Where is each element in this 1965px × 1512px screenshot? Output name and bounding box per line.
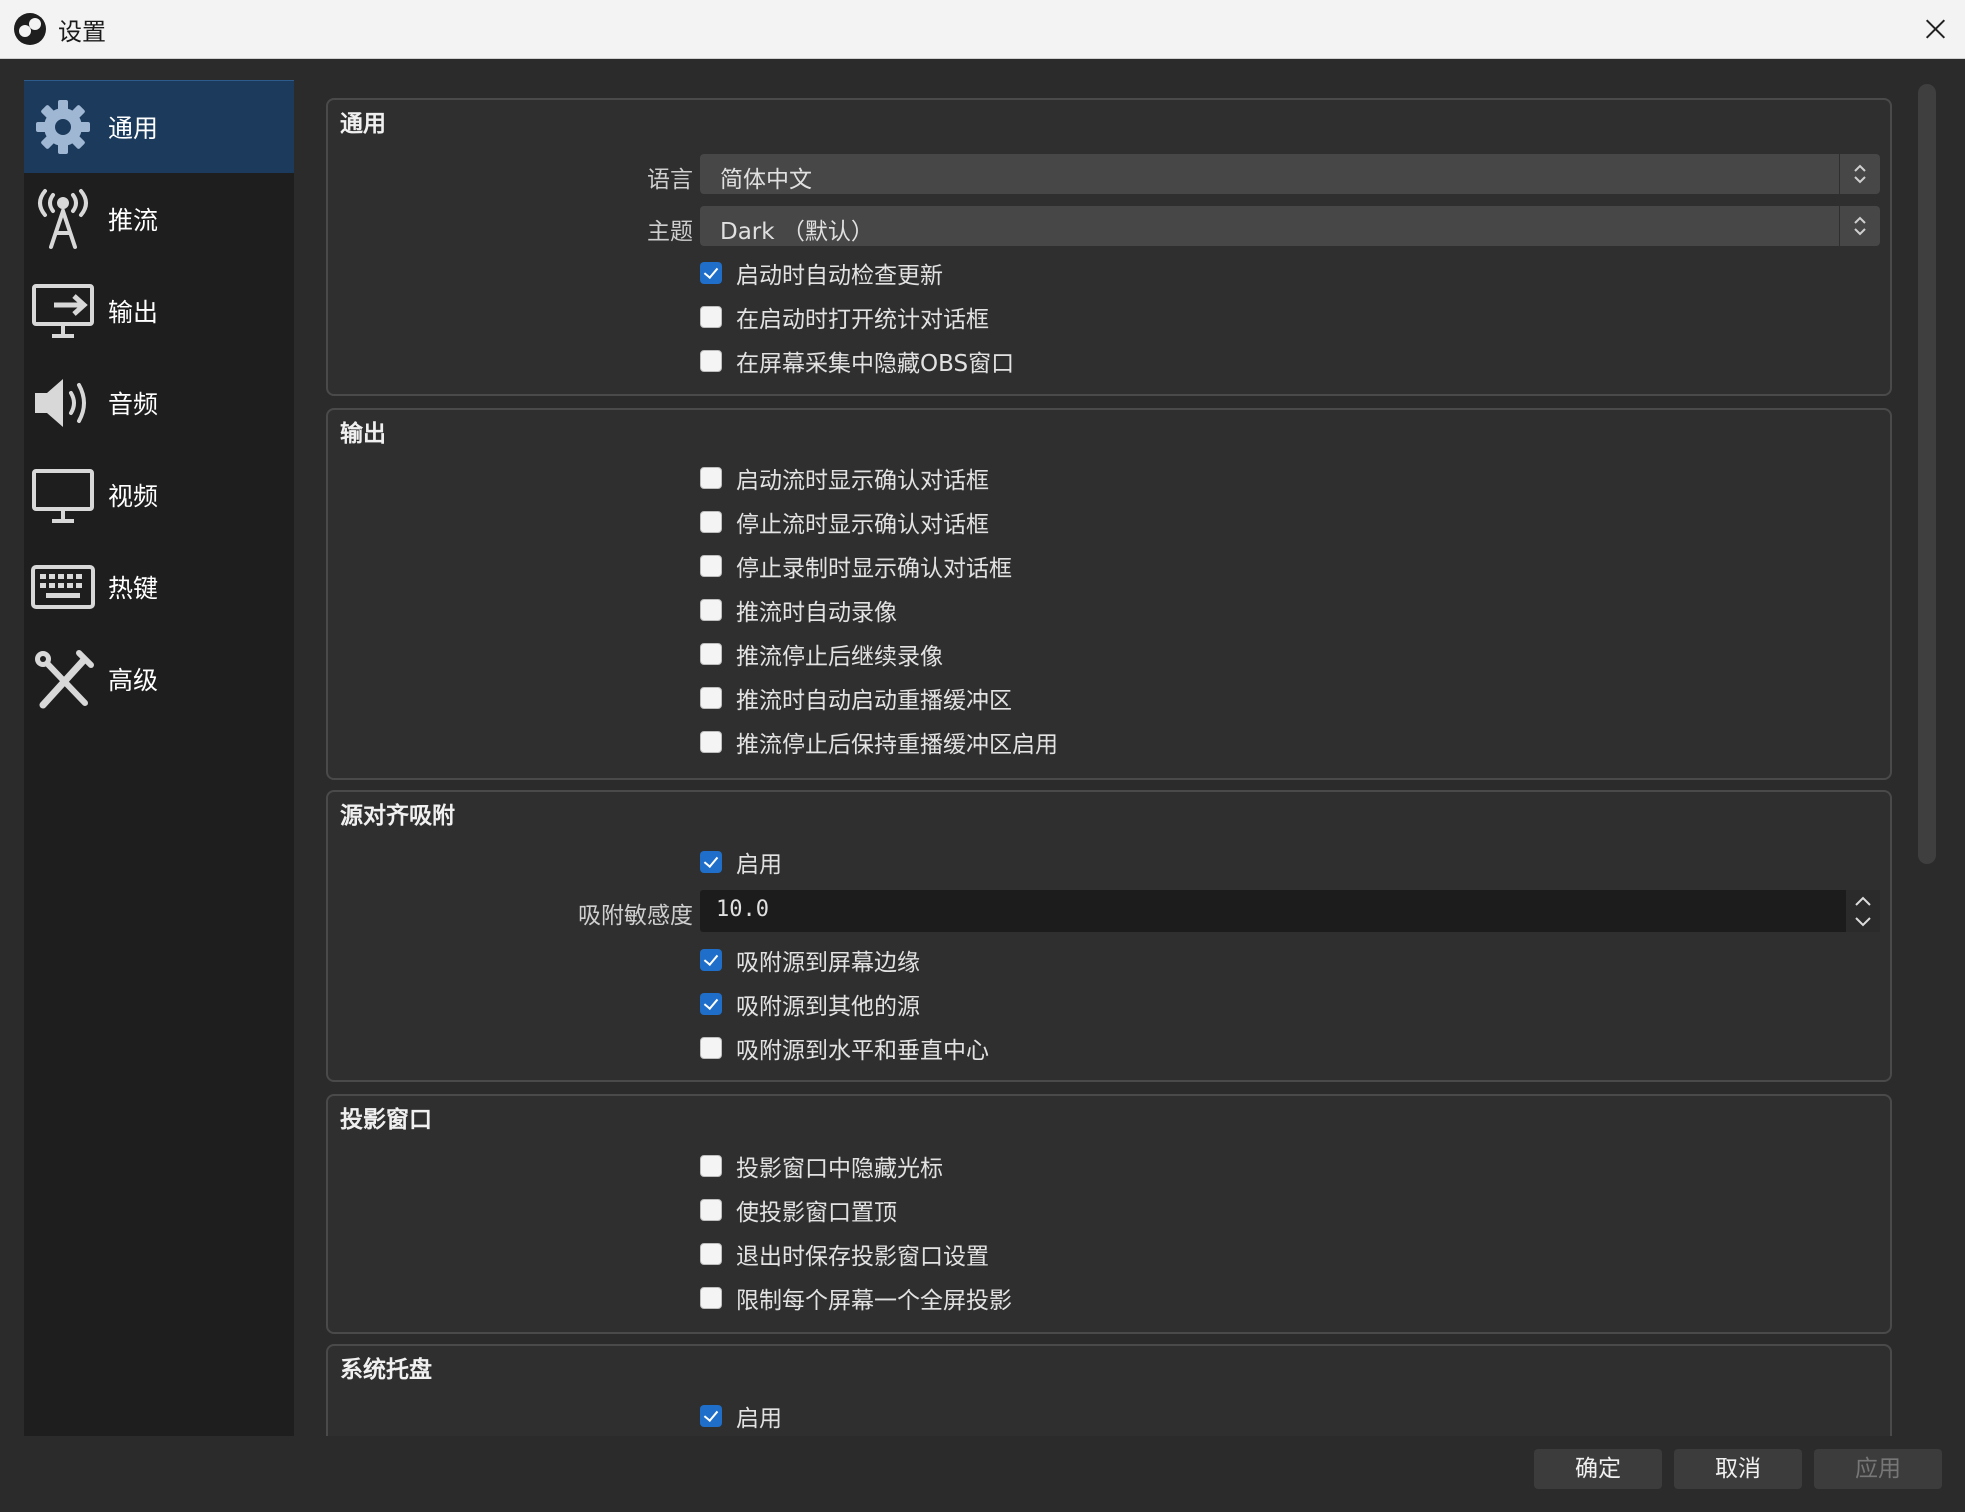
ok-button[interactable]: 确定 bbox=[1534, 1449, 1662, 1489]
updown-chevron-icon bbox=[1839, 206, 1880, 246]
group-title: 输出 bbox=[340, 421, 386, 447]
gear-icon bbox=[30, 94, 96, 160]
checkbox[interactable] bbox=[700, 1037, 722, 1059]
group-title: 源对齐吸附 bbox=[340, 803, 455, 829]
checkbox[interactable] bbox=[700, 1199, 722, 1221]
sidebar-item-label: 输出 bbox=[108, 298, 159, 327]
checkbox-auto-replay-buffer[interactable]: 推流时自动启动重播缓冲区 bbox=[700, 680, 1012, 716]
checkbox-confirm-start-stream[interactable]: 启动流时显示确认对话框 bbox=[700, 460, 989, 496]
sidebar-item-label: 通用 bbox=[108, 114, 159, 143]
checkbox-confirm-stop-stream[interactable]: 停止流时显示确认对话框 bbox=[700, 504, 989, 540]
checkbox[interactable] bbox=[700, 262, 722, 284]
checkbox-hide-cursor[interactable]: 投影窗口中隐藏光标 bbox=[700, 1148, 943, 1184]
chevron-down-icon[interactable] bbox=[1846, 911, 1880, 932]
checkbox[interactable] bbox=[700, 851, 722, 873]
sensitivity-spinbox[interactable]: 10.0 bbox=[700, 890, 1880, 932]
checkbox[interactable] bbox=[700, 687, 722, 709]
sidebar-item-hotkeys[interactable]: 热键 bbox=[24, 541, 294, 633]
checkbox[interactable] bbox=[700, 350, 722, 372]
keyboard-icon bbox=[30, 554, 96, 620]
tray-group: 系统托盘 启用 bbox=[326, 1344, 1892, 1436]
language-select[interactable]: 简体中文 bbox=[700, 154, 1880, 194]
checkbox-tray-enable[interactable]: 启用 bbox=[700, 1398, 782, 1434]
apply-button[interactable]: 应用 bbox=[1814, 1449, 1942, 1489]
checkbox[interactable] bbox=[700, 949, 722, 971]
snapping-group: 源对齐吸附 启用 吸附敏感度 10.0 吸附源到屏幕边缘 吸附源到其他的源 吸附… bbox=[326, 790, 1892, 1082]
checkbox-confirm-stop-record[interactable]: 停止录制时显示确认对话框 bbox=[700, 548, 1012, 584]
checkbox[interactable] bbox=[700, 993, 722, 1015]
checkbox[interactable] bbox=[700, 1155, 722, 1177]
checkbox[interactable] bbox=[700, 467, 722, 489]
checkbox-keep-replay-buffer[interactable]: 推流停止后保持重播缓冲区启用 bbox=[700, 724, 1058, 760]
checkbox-save-projectors[interactable]: 退出时保存投影窗口设置 bbox=[700, 1236, 989, 1272]
output-group: 输出 启动流时显示确认对话框 停止流时显示确认对话框 停止录制时显示确认对话框 … bbox=[326, 408, 1892, 780]
checkbox-limit-fullscreen[interactable]: 限制每个屏幕一个全屏投影 bbox=[700, 1280, 1012, 1316]
theme-label: 主题 bbox=[647, 219, 693, 245]
sidebar-item-label: 音频 bbox=[108, 390, 159, 419]
theme-row: 主题 Dark （默认） bbox=[328, 206, 1890, 246]
checkbox[interactable] bbox=[700, 1243, 722, 1265]
antenna-icon bbox=[30, 186, 96, 252]
monitor-icon bbox=[30, 462, 96, 528]
sidebar-item-label: 推流 bbox=[108, 206, 159, 235]
cancel-button[interactable]: 取消 bbox=[1674, 1449, 1802, 1489]
checkbox-always-on-top[interactable]: 使投影窗口置顶 bbox=[700, 1192, 897, 1228]
general-group: 通用 语言 简体中文 主题 Dark （默认） 启动时自动检查更新 在启动时打开… bbox=[326, 98, 1892, 396]
language-label: 语言 bbox=[647, 167, 693, 193]
checkbox[interactable] bbox=[700, 643, 722, 665]
checkbox-keep-recording[interactable]: 推流停止后继续录像 bbox=[700, 636, 943, 672]
sidebar-item-audio[interactable]: 音频 bbox=[24, 357, 294, 449]
sidebar-item-video[interactable]: 视频 bbox=[24, 449, 294, 541]
sensitivity-row: 吸附敏感度 10.0 bbox=[328, 890, 1890, 932]
checkbox-snap-center[interactable]: 吸附源到水平和垂直中心 bbox=[700, 1030, 989, 1066]
checkbox[interactable] bbox=[700, 511, 722, 533]
checkbox-auto-update[interactable]: 启动时自动检查更新 bbox=[700, 255, 943, 291]
sidebar-item-label: 高级 bbox=[108, 666, 159, 695]
sidebar-item-output[interactable]: 输出 bbox=[24, 265, 294, 357]
checkbox[interactable] bbox=[700, 599, 722, 621]
sidebar-item-label: 热键 bbox=[108, 574, 159, 603]
group-title: 系统托盘 bbox=[340, 1357, 432, 1383]
checkbox-hide-obs-capture[interactable]: 在屏幕采集中隐藏OBS窗口 bbox=[700, 343, 1014, 379]
settings-content: 通用 语言 简体中文 主题 Dark （默认） 启动时自动检查更新 在启动时打开… bbox=[322, 96, 1897, 1436]
settings-sidebar: 通用 推流 输出 音频 视频 热键 高级 bbox=[24, 80, 294, 1436]
tools-icon bbox=[30, 646, 96, 712]
speaker-icon bbox=[30, 370, 96, 436]
checkbox[interactable] bbox=[700, 555, 722, 577]
checkbox[interactable] bbox=[700, 731, 722, 753]
sensitivity-label: 吸附敏感度 bbox=[578, 903, 693, 929]
sidebar-item-label: 视频 bbox=[108, 482, 159, 511]
title-bar: 设置 bbox=[0, 0, 1965, 59]
obs-logo-icon bbox=[14, 13, 46, 45]
projector-group: 投影窗口 投影窗口中隐藏光标 使投影窗口置顶 退出时保存投影窗口设置 限制每个屏… bbox=[326, 1094, 1892, 1334]
checkbox-snap-screen-edge[interactable]: 吸附源到屏幕边缘 bbox=[700, 942, 920, 978]
checkbox[interactable] bbox=[700, 306, 722, 328]
checkbox-stats-dialog[interactable]: 在启动时打开统计对话框 bbox=[700, 299, 989, 335]
checkbox[interactable] bbox=[700, 1287, 722, 1309]
group-title: 通用 bbox=[340, 111, 386, 137]
theme-select[interactable]: Dark （默认） bbox=[700, 206, 1880, 246]
close-button[interactable] bbox=[1903, 0, 1965, 58]
window-title: 设置 bbox=[58, 18, 106, 46]
checkbox-auto-record[interactable]: 推流时自动录像 bbox=[700, 592, 897, 628]
group-title: 投影窗口 bbox=[340, 1107, 432, 1133]
sidebar-item-stream[interactable]: 推流 bbox=[24, 173, 294, 265]
vertical-scrollbar[interactable] bbox=[1918, 84, 1936, 864]
spin-buttons bbox=[1846, 890, 1880, 932]
checkbox[interactable] bbox=[700, 1405, 722, 1427]
language-row: 语言 简体中文 bbox=[328, 154, 1890, 194]
updown-chevron-icon bbox=[1839, 154, 1880, 194]
checkbox-snap-other-sources[interactable]: 吸附源到其他的源 bbox=[700, 986, 920, 1022]
chevron-up-icon[interactable] bbox=[1846, 890, 1880, 911]
sidebar-item-advanced[interactable]: 高级 bbox=[24, 633, 294, 725]
sidebar-item-general[interactable]: 通用 bbox=[24, 80, 294, 173]
output-icon bbox=[30, 278, 96, 344]
checkbox-snapping-enable[interactable]: 启用 bbox=[700, 844, 782, 880]
